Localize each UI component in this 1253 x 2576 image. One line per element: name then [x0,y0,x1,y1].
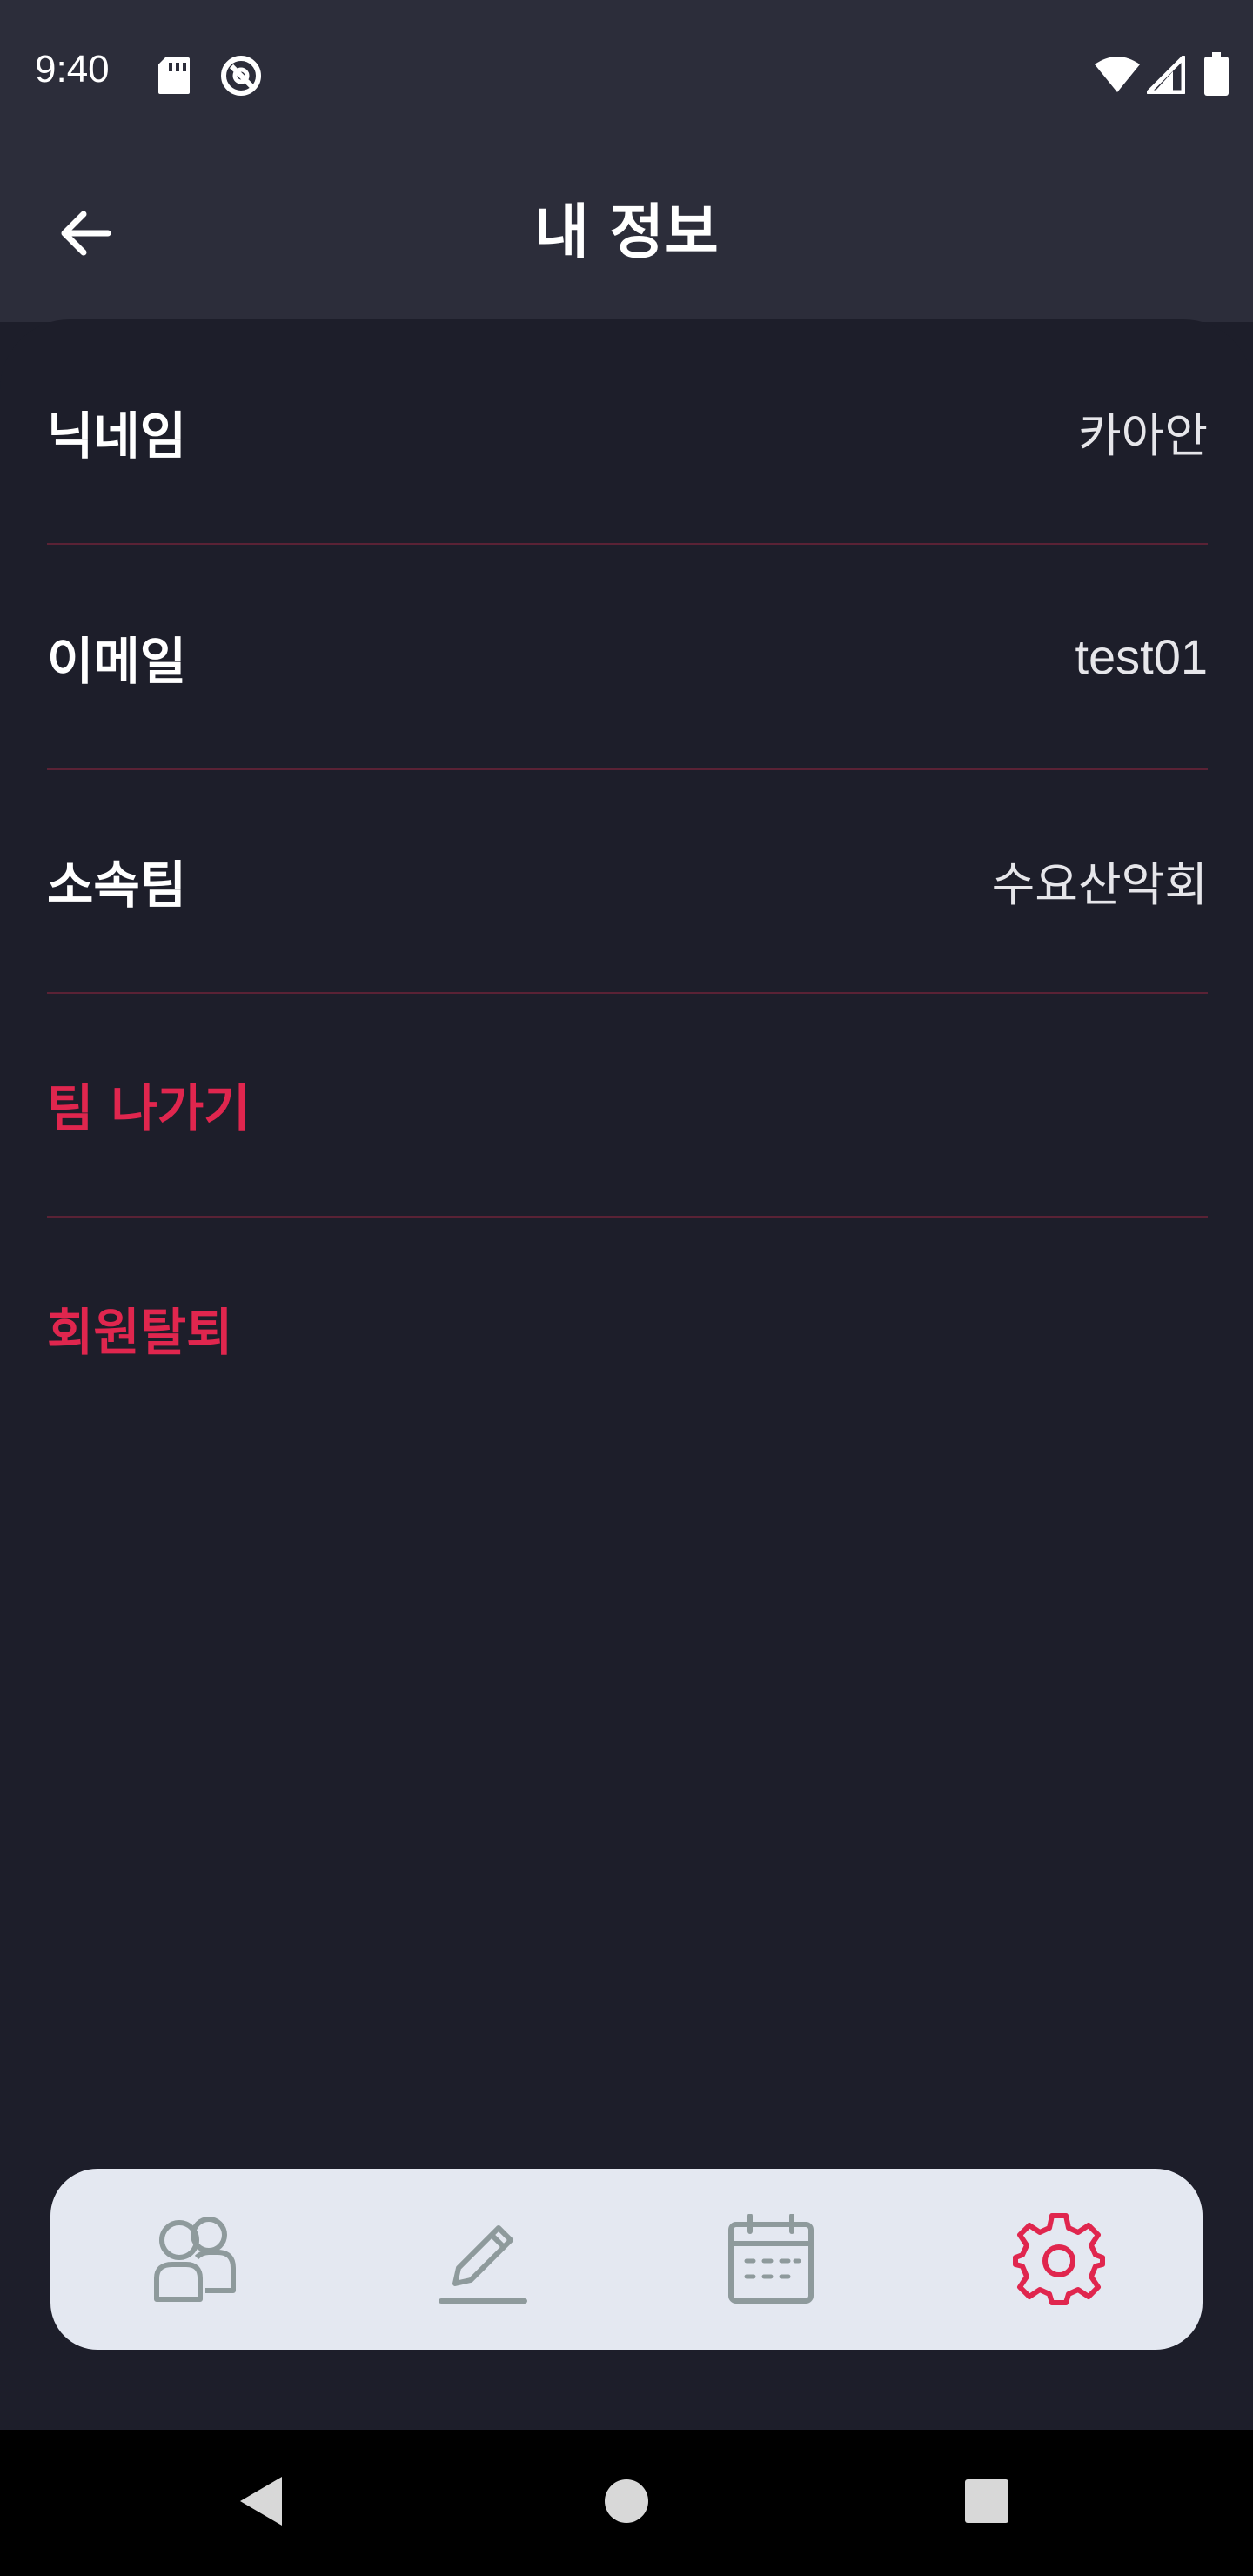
recents-square-icon[interactable] [964,2479,1009,2524]
battery-icon [1204,52,1229,96]
home-circle-icon[interactable] [604,2479,649,2524]
signal-icon [1147,56,1185,94]
leave-team-button[interactable]: 팀 나가기 [47,992,251,1216]
status-time: 9:40 [35,48,110,91]
nickname-value: 카아안 [1077,408,1208,463]
back-triangle-icon[interactable] [238,2475,284,2527]
wifi-icon [1095,57,1140,92]
gear-icon [1012,2213,1105,2305]
withdraw-row[interactable]: 회원탈퇴 [47,1216,1208,1439]
team-label: 소속팀 [47,855,187,915]
page-title: 내 정보 [534,198,719,267]
app-bar: 내 정보 [0,148,1253,322]
email-label: 이메일 [47,631,187,691]
system-nav-bar [0,2430,1253,2576]
team-value: 수요산악회 [991,857,1208,912]
sd-card-icon [158,57,190,94]
calendar-icon [727,2214,814,2304]
nav-item-write[interactable] [413,2190,553,2329]
status-bar: 9:40 [0,0,1253,148]
content-card: 닉네임 카아안 이메일 test01 소속팀 수요산악회 팀 나가기 회원탈퇴 [0,319,1253,2430]
leave-team-row[interactable]: 팀 나가기 [47,992,1208,1218]
email-value: test01 [1075,629,1208,684]
email-row[interactable]: 이메일 test01 [47,545,1208,770]
bottom-nav [50,2169,1203,2350]
nickname-row[interactable]: 닉네임 카아안 [47,319,1208,545]
withdraw-button[interactable]: 회원탈퇴 [47,1216,232,1439]
at-sign-icon [221,56,261,96]
nav-item-team[interactable] [125,2190,265,2329]
group-icon [153,2217,236,2302]
nav-item-calendar[interactable] [701,2190,841,2329]
team-row[interactable]: 소속팀 수요산악회 [47,768,1208,994]
nickname-label: 닉네임 [47,406,187,466]
pencil-icon [438,2225,527,2304]
nav-item-settings[interactable] [989,2190,1129,2329]
